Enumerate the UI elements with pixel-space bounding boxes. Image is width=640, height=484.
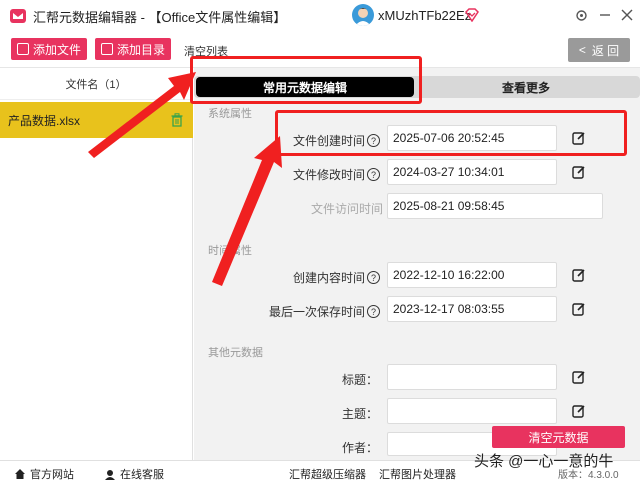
add-folder-button[interactable]: 添加目录: [95, 38, 172, 60]
toolbar: 添加文件 添加目录 清空列表 < 返 回: [0, 32, 640, 68]
clear-metadata-button[interactable]: 清空元数据: [492, 426, 625, 448]
file-list-panel: 文件名（1） 产品数据.xlsx: [0, 68, 193, 460]
modified-time-label: 文件修改时间 ?: [293, 166, 380, 183]
vip-icon[interactable]: [465, 8, 479, 22]
add-folder-icon: [101, 43, 113, 55]
close-icon[interactable]: [618, 6, 636, 24]
user-name: xMUzhTFb22Ez: [378, 8, 472, 23]
last-saved-label: 最后一次保存时间 ?: [269, 303, 380, 320]
doc-author-label: 作者：: [341, 441, 378, 455]
support-link[interactable]: 在线客服: [104, 466, 164, 482]
add-file-button[interactable]: 添加文件: [11, 38, 88, 60]
tab-view-more[interactable]: 查看更多: [416, 77, 636, 97]
app-logo-icon: [10, 9, 26, 23]
file-list-header: 文件名（1）: [0, 68, 192, 100]
file-name: 产品数据.xlsx: [8, 113, 81, 128]
back-label: 返 回: [591, 43, 620, 58]
edit-icon[interactable]: [572, 131, 586, 145]
edit-icon[interactable]: [572, 302, 586, 316]
home-icon: [15, 469, 25, 479]
image-tool-link[interactable]: 汇帮图片处理器: [379, 466, 456, 482]
window-title: 汇帮元数据编辑器 - 【Office文件属性编辑】: [33, 9, 287, 25]
headset-icon: [105, 470, 115, 480]
file-list-item[interactable]: 产品数据.xlsx: [0, 102, 193, 138]
compressor-link[interactable]: 汇帮超级压缩器: [289, 466, 366, 482]
help-icon[interactable]: ?: [367, 134, 380, 147]
created-time-text: 文件创建时间: [292, 134, 365, 148]
help-icon[interactable]: ?: [367, 271, 380, 284]
help-icon[interactable]: ?: [367, 168, 380, 181]
edit-icon[interactable]: [572, 165, 586, 179]
website-link[interactable]: 官方网站: [14, 466, 74, 482]
add-file-icon: [17, 43, 29, 55]
accessed-time-text: 文件访问时间: [310, 202, 383, 216]
doc-title-label: 标题：: [341, 373, 378, 387]
user-avatar[interactable]: [352, 4, 374, 26]
website-label: 官方网站: [30, 469, 74, 481]
back-button[interactable]: < 返 回: [568, 38, 630, 62]
doc-subject-label: 主题：: [341, 407, 378, 421]
trash-icon[interactable]: [171, 113, 183, 127]
content-created-field[interactable]: 2022-12-10 16:22:00: [387, 262, 557, 288]
tab-bar: 常用元数据编辑 查看更多: [194, 76, 640, 98]
doc-subject-field[interactable]: [387, 398, 557, 424]
edit-icon[interactable]: [572, 404, 586, 418]
settings-icon[interactable]: [572, 6, 590, 24]
support-label: 在线客服: [120, 469, 164, 481]
content-created-text: 创建内容时间: [292, 271, 365, 285]
add-file-label: 添加文件: [33, 42, 82, 57]
section-system-properties: 系统属性: [208, 108, 252, 120]
add-folder-label: 添加目录: [117, 42, 166, 57]
title-bar: 汇帮元数据编辑器 - 【Office文件属性编辑】 xMUzhTFb22Ez: [0, 0, 640, 32]
tab-common-metadata[interactable]: 常用元数据编辑: [196, 77, 414, 97]
modified-time-text: 文件修改时间: [292, 168, 365, 182]
version-label: 版本：4.3.0.0: [558, 470, 619, 481]
doc-title-field[interactable]: [387, 364, 557, 390]
accessed-time-label: 文件访问时间: [311, 200, 383, 217]
help-icon[interactable]: ?: [367, 305, 380, 318]
edit-icon[interactable]: [572, 268, 586, 282]
section-time-properties: 时间属性: [208, 245, 252, 257]
clear-list-button[interactable]: 清空列表: [184, 43, 228, 59]
back-arrow-icon: <: [578, 43, 586, 57]
last-saved-text: 最后一次保存时间: [268, 305, 365, 319]
accessed-time-field: 2025-08-21 09:58:45: [387, 193, 603, 219]
minimize-icon[interactable]: [596, 6, 614, 24]
content-created-label: 创建内容时间 ?: [293, 269, 380, 286]
metadata-panel: 常用元数据编辑 查看更多 系统属性 文件创建时间 ? 2025-07-06 20…: [194, 68, 640, 460]
section-other-metadata: 其他元数据: [208, 347, 263, 359]
created-time-field[interactable]: 2025-07-06 20:52:45: [387, 125, 557, 151]
last-saved-field[interactable]: 2023-12-17 08:03:55: [387, 296, 557, 322]
created-time-label: 文件创建时间 ?: [293, 132, 380, 149]
modified-time-field[interactable]: 2024-03-27 10:34:01: [387, 159, 557, 185]
edit-icon[interactable]: [572, 370, 586, 384]
